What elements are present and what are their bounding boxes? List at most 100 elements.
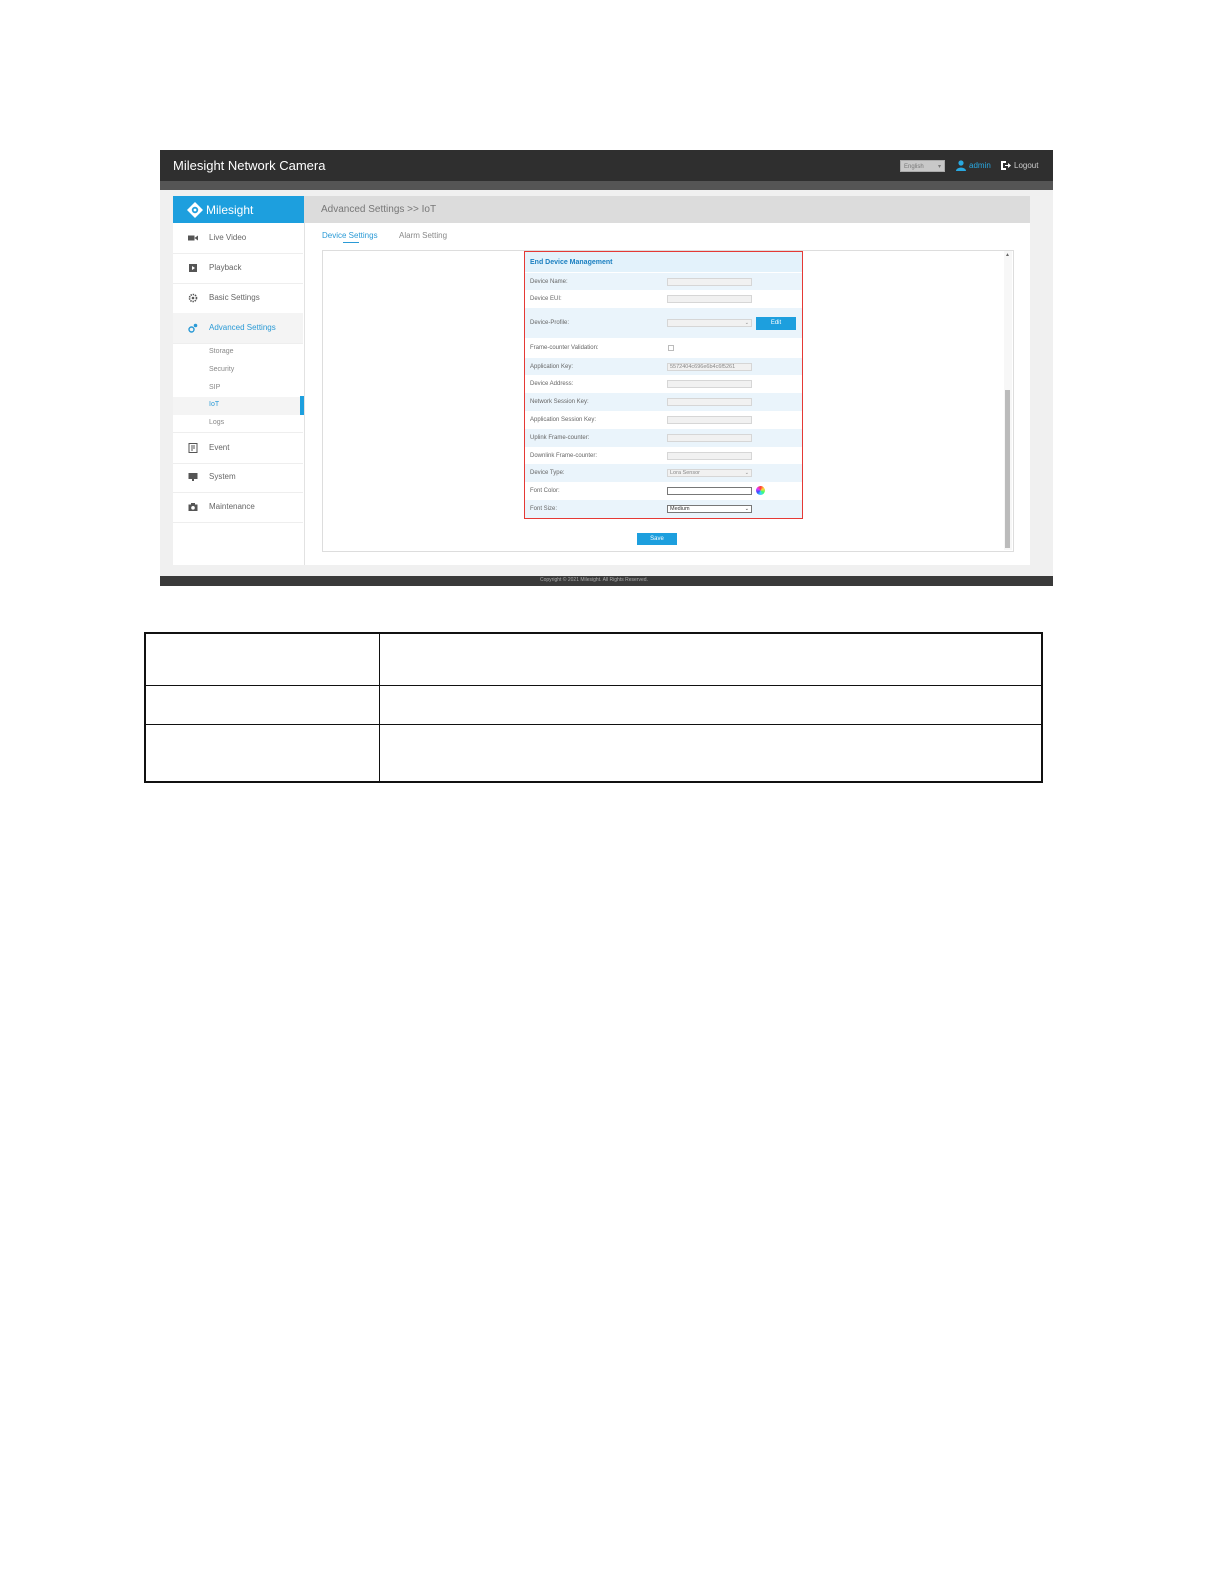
application-session-key-input[interactable]	[667, 416, 752, 424]
logout-icon[interactable]	[1000, 160, 1011, 171]
device-profile-row: Device-Profile: ⌄ Edit	[525, 308, 802, 338]
field-label: Device-Profile:	[530, 320, 570, 326]
active-indicator	[300, 396, 304, 415]
device-eui-input[interactable]	[667, 295, 752, 303]
sub-item-security[interactable]: Security	[209, 366, 234, 373]
device-type-select[interactable]: Lora Sensor ⌄	[667, 469, 752, 477]
sidebar-item-label: Maintenance	[209, 502, 255, 511]
chevron-down-icon: ▾	[937, 164, 941, 170]
frame-counter-validation-checkbox[interactable]	[668, 345, 674, 351]
application-session-key-row: Application Session Key:	[525, 411, 802, 429]
breadcrumb-bar: Advanced Settings >> IoT	[304, 196, 1030, 223]
sub-item-storage[interactable]: Storage	[209, 348, 234, 355]
sub-item-logs[interactable]: Logs	[209, 419, 224, 426]
uplink-frame-counter-row: Uplink Frame-counter:	[525, 429, 802, 447]
sidebar-item-system[interactable]: System	[173, 462, 303, 493]
panel-title: End Device Management	[530, 259, 613, 266]
application-key-row: Application Key: 5572404c696e6b4c6f5261	[525, 358, 802, 375]
tab-device-settings[interactable]: Device Settings	[322, 231, 378, 240]
iot-selected-background	[173, 397, 304, 415]
color-picker-icon[interactable]	[756, 486, 765, 495]
device-eui-row: Device EUI:	[525, 290, 802, 308]
milesight-logo-icon	[187, 202, 203, 218]
sidebar-item-maintenance[interactable]: Maintenance	[173, 492, 303, 523]
font-color-row: Font Color:	[525, 482, 802, 500]
language-value: English	[904, 164, 924, 170]
table-row	[146, 686, 1041, 725]
sidebar-item-label: Live Video	[209, 233, 247, 242]
sidebar-item-event[interactable]: Event	[173, 432, 303, 464]
field-label: Downlink Frame-counter:	[530, 453, 598, 459]
tab-alarm-setting[interactable]: Alarm Setting	[399, 231, 447, 240]
device-name-row: Device Name:	[525, 273, 802, 290]
chevron-down-icon: ⌄	[744, 470, 749, 476]
chevron-down-icon: ⌄	[744, 320, 749, 326]
field-label: Application Session Key:	[530, 417, 597, 423]
brand-name: Milesight	[206, 203, 254, 217]
monitor-icon	[188, 473, 198, 481]
sidebar-item-label: Playback	[209, 263, 242, 272]
save-button[interactable]: Save	[637, 533, 677, 545]
sidebar-item-live-video[interactable]: Live Video	[173, 223, 303, 254]
table-row	[146, 725, 1041, 781]
brand-header: Milesight	[173, 196, 304, 223]
top-bar: Milesight Network Camera English ▾ admin…	[160, 150, 1053, 181]
font-size-select[interactable]: Medium ⌄	[667, 505, 752, 513]
frame-counter-validation-row: Frame-counter Validation:	[525, 338, 802, 358]
table-cell	[146, 686, 380, 724]
page-area: Milesight Live Video Playback Basic Sett…	[173, 196, 1030, 565]
event-icon	[188, 443, 198, 453]
field-label: Frame-counter Validation:	[530, 345, 599, 351]
application-key-input[interactable]: 5572404c696e6b4c6f5261	[667, 363, 752, 371]
field-label: Network Session Key:	[530, 399, 589, 405]
table-cell	[146, 634, 380, 685]
field-label: Device Name:	[530, 279, 568, 285]
scroll-up-icon[interactable]: ▲	[1005, 252, 1010, 258]
edit-profile-button[interactable]: Edit	[756, 317, 796, 330]
field-label: Font Size:	[530, 506, 558, 512]
field-label: Device EUI:	[530, 296, 562, 302]
device-address-input[interactable]	[667, 380, 752, 388]
device-name-input[interactable]	[667, 278, 752, 286]
device-profile-select[interactable]: ⌄	[667, 319, 752, 327]
copyright-text: Copyright © 2021 Milesight. All Rights R…	[540, 577, 648, 583]
uplink-frame-counter-input[interactable]	[667, 434, 752, 442]
sidebar-item-label: System	[209, 472, 236, 481]
end-device-management-panel: End Device Management Device Name: Devic…	[524, 251, 803, 519]
sub-item-sip[interactable]: SIP	[209, 384, 220, 391]
camera-web-ui-screenshot: Milesight Network Camera English ▾ admin…	[160, 150, 1053, 586]
video-camera-icon	[188, 235, 198, 241]
downlink-frame-counter-row: Downlink Frame-counter:	[525, 447, 802, 464]
table-cell	[146, 725, 380, 781]
breadcrumb: Advanced Settings >> IoT	[321, 204, 437, 215]
parameter-table	[144, 632, 1043, 783]
footer: Copyright © 2021 Milesight. All Rights R…	[160, 576, 1053, 586]
playback-icon	[189, 264, 197, 272]
advanced-settings-icon	[188, 323, 198, 333]
logout-link[interactable]: Logout	[1014, 161, 1038, 170]
device-type-value: Lora Sensor	[670, 470, 700, 476]
scrollbar-thumb[interactable]	[1005, 390, 1010, 548]
sidebar-item-playback[interactable]: Playback	[173, 253, 303, 284]
settings-content: ▲ End Device Management Device Name: Dev…	[322, 250, 1014, 552]
sidebar-item-label: Advanced Settings	[209, 323, 276, 332]
sidebar-item-basic-settings[interactable]: Basic Settings	[173, 283, 303, 314]
network-session-key-input[interactable]	[667, 398, 752, 406]
app-title: Milesight Network Camera	[173, 158, 326, 173]
panel-title-bar: End Device Management	[525, 252, 802, 272]
device-type-row: Device Type: Lora Sensor ⌄	[525, 464, 802, 482]
camera-maintenance-icon	[188, 503, 198, 511]
table-row	[146, 634, 1041, 686]
font-size-value: Medium	[670, 506, 690, 512]
sidebar-item-advanced-settings[interactable]: Advanced Settings	[173, 313, 303, 344]
user-name-link[interactable]: admin	[969, 161, 991, 170]
field-label: Device Address:	[530, 381, 574, 387]
sidebar-item-label: Basic Settings	[209, 293, 260, 302]
field-label: Font Color:	[530, 488, 560, 494]
font-color-input[interactable]	[667, 487, 752, 495]
language-select[interactable]: English ▾	[900, 160, 945, 172]
downlink-frame-counter-input[interactable]	[667, 452, 752, 460]
device-address-row: Device Address:	[525, 375, 802, 393]
sub-item-iot[interactable]: IoT	[209, 401, 219, 408]
topbar-strip	[160, 181, 1053, 190]
